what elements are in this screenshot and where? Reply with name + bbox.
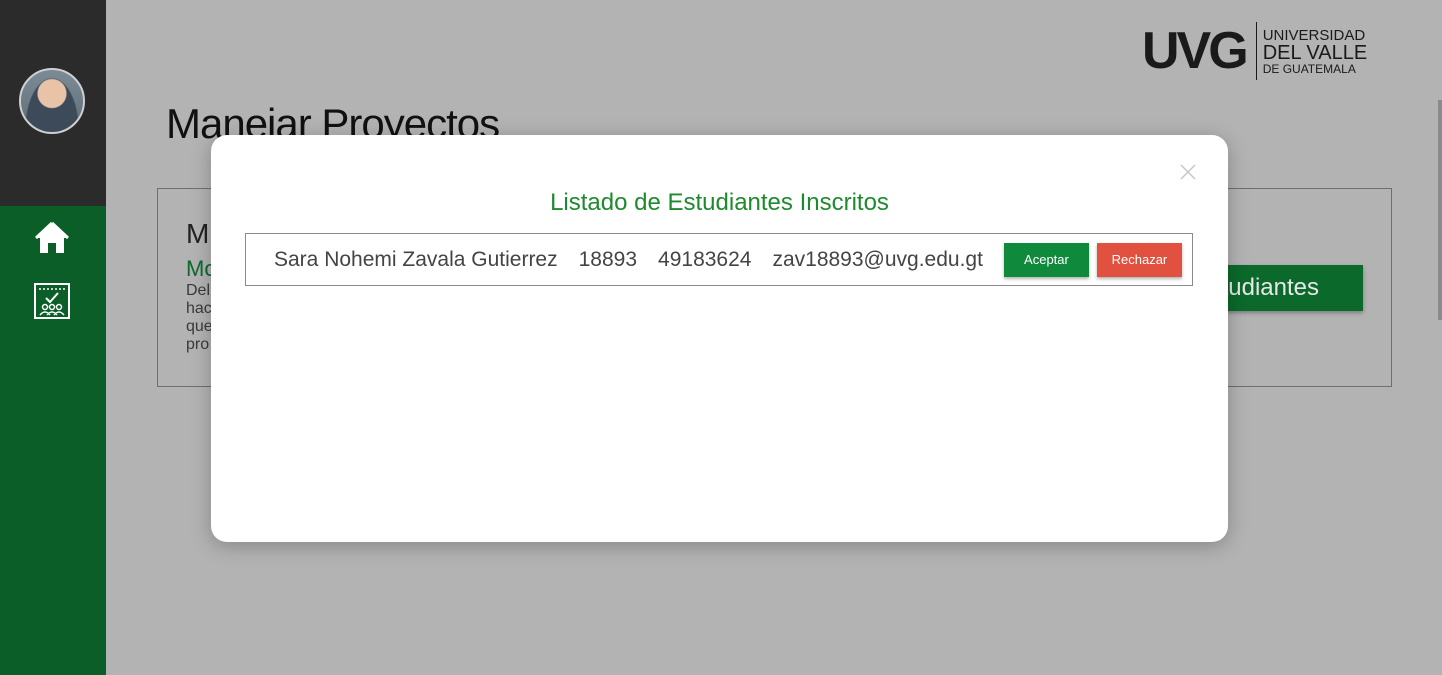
enrolled-students-modal: Listado de Estudiantes Inscritos Sara No…	[211, 135, 1228, 542]
accept-button[interactable]: Aceptar	[1003, 242, 1089, 277]
student-row: Sara Nohemi Zavala Gutierrez 18893 49183…	[245, 233, 1193, 286]
reject-button[interactable]: Rechazar	[1096, 242, 1182, 277]
sidebar-profile-area	[0, 0, 106, 206]
project-board-icon[interactable]	[32, 281, 72, 321]
student-carnet: 18893	[578, 247, 638, 271]
student-phone: 49183624	[658, 247, 752, 271]
logo-line-2: DEL VALLE	[1262, 41, 1368, 64]
project-card-title: M	[186, 218, 210, 249]
uvg-logo: UVG UNIVERSIDAD DEL VALLE DE GUATEMALA	[1142, 22, 1367, 80]
scrollbar[interactable]	[1438, 100, 1442, 320]
home-icon[interactable]	[32, 218, 72, 258]
logo-line-3: DE GUATEMALA	[1262, 61, 1356, 76]
app-window: UVG UNIVERSIDAD DEL VALLE DE GUATEMALA M…	[0, 0, 1442, 675]
modal-title: Listado de Estudiantes Inscritos	[550, 189, 889, 216]
logo-divider	[1255, 22, 1257, 80]
logo-line-1: UNIVERSIDAD	[1262, 26, 1366, 44]
logo-text: UNIVERSIDAD DEL VALLE DE GUATEMALA	[1263, 28, 1368, 75]
sidebar	[0, 0, 106, 675]
student-name: Sara Nohemi Zavala Gutierrez	[274, 247, 558, 271]
student-email: zav18893@uvg.edu.gt	[772, 247, 983, 271]
avatar[interactable]	[19, 68, 85, 134]
close-icon[interactable]	[1177, 161, 1199, 183]
logo-mark: UVG	[1142, 22, 1249, 80]
